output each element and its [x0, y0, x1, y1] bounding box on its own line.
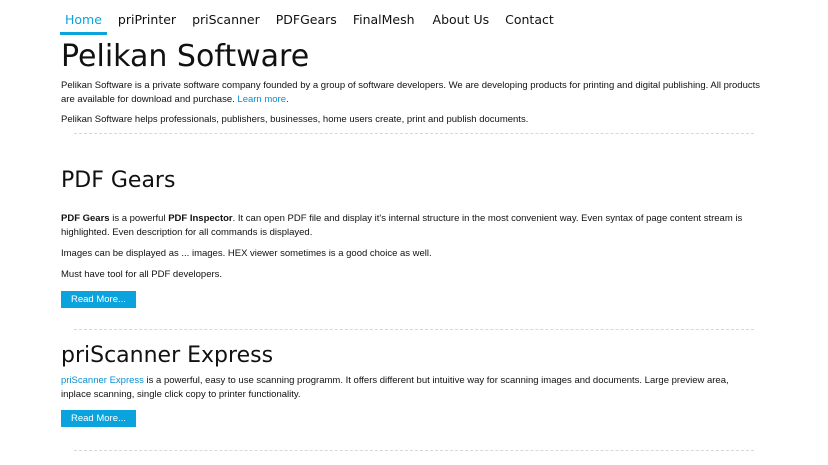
priscanner-section: priScanner Express priScanner Express is… [61, 342, 761, 427]
priscanner-text: is a powerful, easy to use scanning prog… [61, 375, 729, 400]
pdfgears-section: PDF Gears PDF Gears is a powerful PDF In… [61, 167, 761, 308]
section-divider [74, 329, 754, 330]
section-divider [74, 450, 754, 451]
pdfgears-paragraph: PDF Gears is a powerful PDF Inspector. I… [61, 212, 761, 240]
nav-priprinter[interactable]: priPrinter [113, 6, 181, 35]
priscanner-read-more-button[interactable]: Read More... [61, 410, 136, 427]
intro-paragraph: Pelikan Software is a private software c… [61, 79, 761, 107]
pdfgears-text: is a powerful [109, 213, 169, 224]
pdfgears-paragraph-3: Must have tool for all PDF developers. [61, 269, 223, 280]
intro-paragraph-2: Pelikan Software helps professionals, pu… [61, 114, 529, 125]
nav-finalmesh[interactable]: FinalMesh [348, 6, 420, 35]
priscanner-link[interactable]: priScanner Express [61, 375, 144, 386]
intro-text: Pelikan Software is a private software c… [61, 80, 761, 105]
priscanner-title: priScanner Express [61, 343, 274, 368]
learn-more-link[interactable]: Learn more [237, 94, 286, 105]
intro-period: . [286, 94, 289, 105]
priscanner-paragraph: priScanner Express is a powerful, easy t… [61, 374, 761, 402]
page-title: Pelikan Software [61, 39, 310, 74]
nav-contact[interactable]: Contact [500, 6, 559, 35]
pdfgears-name: PDF Gears [61, 213, 110, 224]
top-nav: Home priPrinter priScanner PDFGears Fina… [60, 6, 565, 35]
intro-section: Pelikan Software Pelikan Software is a p… [61, 39, 761, 127]
nav-about-us[interactable]: About Us [428, 6, 495, 35]
pdfgears-title: PDF Gears [61, 168, 176, 193]
pdfgears-paragraph-2: Images can be displayed as ... images. H… [61, 248, 432, 259]
nav-priscanner[interactable]: priScanner [187, 6, 265, 35]
pdf-inspector-label: PDF Inspector [168, 213, 233, 224]
pdfgears-read-more-button[interactable]: Read More... [61, 291, 136, 308]
nav-pdfgears[interactable]: PDFGears [271, 6, 342, 35]
section-divider [74, 133, 754, 134]
nav-home[interactable]: Home [60, 6, 107, 35]
